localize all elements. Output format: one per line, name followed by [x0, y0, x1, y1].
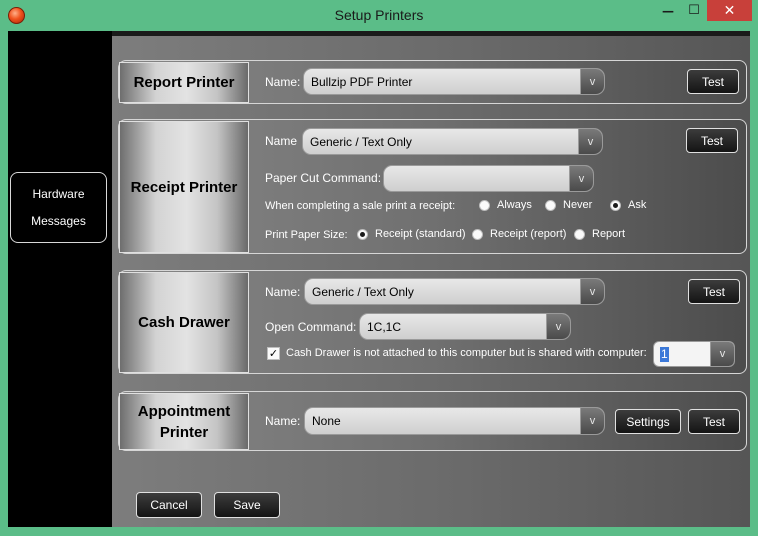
receipt-printer-name-dropdown[interactable]: Generic / Text Only v — [302, 128, 603, 155]
appointment-printer-name-label: Name: — [265, 414, 301, 428]
chevron-down-icon[interactable]: v — [580, 408, 604, 434]
chevron-down-icon[interactable]: v — [710, 342, 734, 366]
chevron-down-icon[interactable]: v — [580, 69, 604, 94]
radio-always[interactable] — [479, 200, 490, 211]
receipt-printer-section-label: Receipt Printer — [119, 121, 249, 253]
open-command-label: Open Command: — [265, 320, 357, 334]
maximize-button[interactable]: ☐ — [681, 0, 707, 21]
sale-print-label: When completing a sale print a receipt: — [265, 200, 456, 212]
cash-drawer-name-label: Name: — [265, 285, 301, 299]
chevron-down-icon[interactable]: v — [569, 166, 593, 191]
shared-computer-value: 1 — [660, 347, 669, 362]
radio-ask-label: Ask — [628, 199, 647, 211]
shared-computer-dropdown[interactable]: 1 v — [653, 341, 735, 367]
radio-never-label: Never — [563, 199, 593, 211]
appointment-printer-name-value: None — [312, 414, 341, 428]
receipt-printer-name-value: Generic / Text Only — [310, 134, 412, 149]
cash-drawer-section-label: Cash Drawer — [119, 272, 249, 373]
shared-drawer-label: Cash Drawer is not attached to this comp… — [286, 347, 647, 359]
appointment-printer-name-dropdown[interactable]: None v — [304, 407, 605, 435]
hardware-label: Hardware — [32, 186, 85, 201]
open-command-dropdown[interactable]: 1C,1C v — [359, 313, 571, 340]
main-top-edge — [112, 31, 750, 36]
radio-receipt-standard-label: Receipt (standard) — [375, 228, 466, 240]
report-printer-section-label: Report Printer — [119, 62, 249, 103]
save-button[interactable]: Save — [214, 492, 280, 518]
radio-report[interactable] — [574, 229, 585, 240]
window-title: Setup Printers — [334, 7, 424, 23]
radio-always-label: Always — [497, 199, 532, 211]
appointment-printer-section-label: Appointment Printer — [119, 393, 249, 450]
report-printer-name-value: Bullzip PDF Printer — [311, 74, 413, 89]
report-printer-name-dropdown[interactable]: Bullzip PDF Printer v — [303, 68, 605, 95]
cash-drawer-name-value: Generic / Text Only — [312, 284, 414, 299]
chevron-down-icon[interactable]: v — [578, 129, 602, 154]
report-printer-name-label: Name: — [265, 75, 301, 89]
radio-receipt-report[interactable] — [472, 229, 483, 240]
appointment-printer-settings-button[interactable]: Settings — [615, 409, 681, 434]
radio-never[interactable] — [545, 200, 556, 211]
cancel-button[interactable]: Cancel — [136, 492, 202, 518]
hardware-messages-button[interactable]: Hardware Messages — [10, 172, 107, 243]
report-printer-test-button[interactable]: Test — [687, 69, 739, 94]
paper-cut-label: Paper Cut Command: — [265, 171, 382, 185]
receipt-printer-name-label: Name — [265, 134, 298, 148]
shared-drawer-checkbox[interactable]: ✓ — [267, 347, 280, 360]
paper-size-label: Print Paper Size: — [265, 229, 348, 241]
chevron-down-icon[interactable]: v — [546, 314, 570, 339]
appointment-printer-test-button[interactable]: Test — [688, 409, 740, 434]
cash-drawer-name-dropdown[interactable]: Generic / Text Only v — [304, 278, 605, 305]
radio-report-label: Report — [592, 228, 626, 240]
paper-cut-dropdown[interactable]: v — [383, 165, 594, 192]
cash-drawer-test-button[interactable]: Test — [688, 279, 740, 304]
radio-receipt-report-label: Receipt (report) — [490, 228, 567, 240]
open-command-value: 1C,1C — [367, 319, 402, 334]
radio-receipt-standard[interactable] — [357, 229, 368, 240]
messages-label: Messages — [31, 213, 86, 228]
close-button[interactable]: ✕ — [707, 0, 752, 21]
minimize-button[interactable]: — — [655, 0, 681, 21]
receipt-printer-test-button[interactable]: Test — [686, 128, 738, 153]
chevron-down-icon[interactable]: v — [580, 279, 604, 304]
radio-ask[interactable] — [610, 200, 621, 211]
sidebar — [8, 31, 112, 527]
